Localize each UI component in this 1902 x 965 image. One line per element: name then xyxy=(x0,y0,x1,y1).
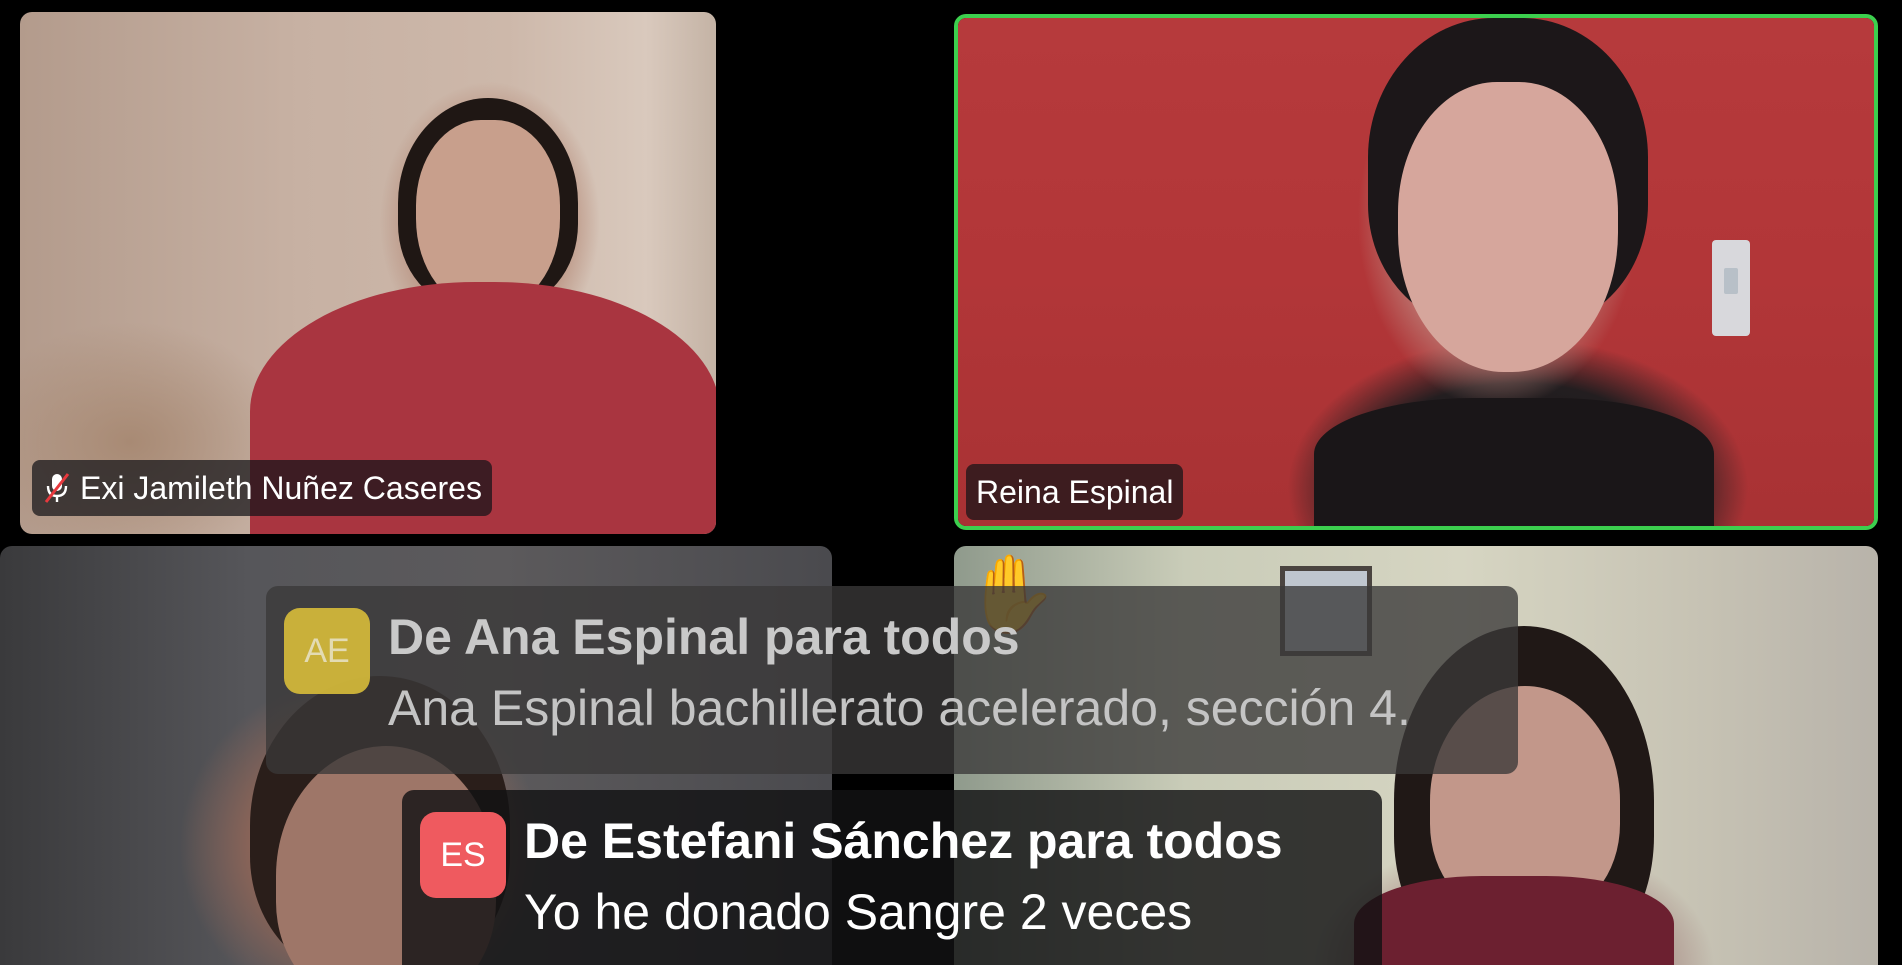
chat-message: Yo he donado Sangre 2 veces xyxy=(524,884,1193,940)
participant-shirt xyxy=(1314,398,1714,526)
chat-sender-title: De Ana Espinal para todos xyxy=(388,609,1020,665)
participant-name-tag: Reina Espinal xyxy=(966,464,1184,520)
video-tile-reina-espinal[interactable]: Reina Espinal xyxy=(954,14,1878,530)
video-tile-exi-jamileth[interactable]: Exi Jamileth Nuñez Caseres xyxy=(20,12,716,534)
chat-notification[interactable]: AE De Ana Espinal para todos Ana Espinal… xyxy=(266,586,1518,774)
chat-sender-title: De Estefani Sánchez para todos xyxy=(524,813,1283,869)
participant-shirt xyxy=(1354,876,1674,965)
participant-video xyxy=(958,18,1874,526)
light-switch xyxy=(1712,240,1750,336)
participant-name-tag: Exi Jamileth Nuñez Caseres xyxy=(32,460,492,516)
meeting-gallery-view: Exi Jamileth Nuñez Caseres Reina Espinal… xyxy=(0,0,1902,965)
chat-body: De Estefani Sánchez para todos Yo he don… xyxy=(524,810,1283,952)
participant-face xyxy=(1398,82,1618,372)
participant-video xyxy=(20,12,716,534)
muted-mic-icon xyxy=(42,471,72,505)
chat-body: De Ana Espinal para todos Ana Espinal ba… xyxy=(388,606,1411,748)
chat-notification[interactable]: ES De Estefani Sánchez para todos Yo he … xyxy=(402,790,1382,965)
participant-name: Exi Jamileth Nuñez Caseres xyxy=(80,469,482,506)
chat-message: Ana Espinal bachillerato acelerado, secc… xyxy=(388,680,1411,736)
avatar: ES xyxy=(420,812,506,898)
participant-name: Reina Espinal xyxy=(976,473,1174,510)
avatar: AE xyxy=(284,608,370,694)
